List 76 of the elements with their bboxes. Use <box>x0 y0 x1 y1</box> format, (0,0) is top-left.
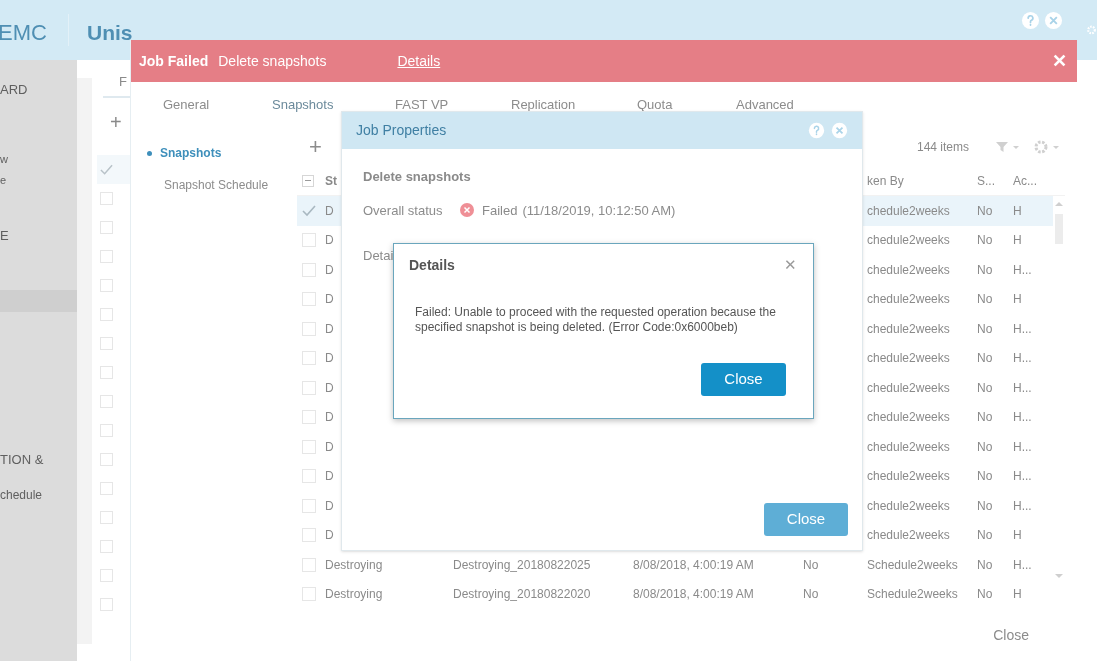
table-cell: H <box>1013 203 1022 218</box>
table-cell: No <box>977 587 993 602</box>
table-cell: D <box>325 498 334 513</box>
table-cell: No <box>977 262 993 277</box>
table-cell: H... <box>1013 380 1032 395</box>
table-cell: chedule2weeks <box>867 351 950 366</box>
table-cell: chedule2weeks <box>867 498 950 513</box>
table-cell: No <box>977 439 993 454</box>
table-cell: D <box>325 528 334 543</box>
banner-job-name: Delete snapshots <box>218 51 327 71</box>
brand-logo-text: EMC <box>0 19 47 47</box>
dialog-title: Job Properties <box>356 121 447 140</box>
table-cell: D <box>325 439 334 454</box>
table-cell: H... <box>1013 557 1032 572</box>
table-cell: H... <box>1013 469 1032 484</box>
table-cell: chedule2weeks <box>867 233 950 248</box>
column-header: F <box>119 73 127 91</box>
app-title: Unis <box>87 20 133 46</box>
table-cell: D <box>325 380 334 395</box>
table-cell: No <box>977 498 993 513</box>
item-count: 144 items <box>916 139 969 156</box>
table-cell: Destroying_20180822020 <box>453 587 591 602</box>
table-cell: No <box>977 469 993 484</box>
table-cell: No <box>803 557 819 572</box>
table-cell: No <box>977 528 993 543</box>
table-cell: chedule2weeks <box>867 380 950 395</box>
table-cell: D <box>325 469 334 484</box>
table-cell: No <box>977 380 993 395</box>
table-cell: chedule2weeks <box>867 410 950 425</box>
table-cell: chedule2weeks <box>867 292 950 307</box>
table-cell: No <box>977 410 993 425</box>
table-cell: H <box>1013 587 1022 602</box>
table-cell: Schedule2weeks <box>867 587 958 602</box>
table-cell: D <box>325 410 334 425</box>
table-cell: chedule2weeks <box>867 321 950 336</box>
table-cell: H... <box>1013 439 1032 454</box>
table-cell: H... <box>1013 410 1032 425</box>
table-cell: H... <box>1013 321 1032 336</box>
table-cell: H <box>1013 292 1022 307</box>
table-cell: H... <box>1013 351 1032 366</box>
table-cell: chedule2weeks <box>867 203 950 218</box>
table-cell: D <box>325 203 334 218</box>
field-label: Detai <box>363 247 394 265</box>
table-cell: No <box>977 351 993 366</box>
status-label: Overall status <box>363 201 444 220</box>
table-cell: 8/08/2018, 4:00:19 AM <box>633 587 754 602</box>
table-cell: D <box>325 321 334 336</box>
table-cell: H... <box>1013 498 1032 513</box>
table-cell: Destroying <box>325 557 383 572</box>
table-cell: chedule2weeks <box>867 262 950 277</box>
banner-title: Job Failed <box>139 51 209 71</box>
table-cell: No <box>977 557 993 572</box>
table-cell: D <box>325 233 334 248</box>
table-cell: 8/08/2018, 4:00:19 AM <box>633 557 754 572</box>
table-cell: Destroying <box>325 587 383 602</box>
table-cell: H... <box>1013 262 1032 277</box>
dialog-title: Details <box>409 255 455 275</box>
job-name: Delete snapshots <box>363 168 471 186</box>
error-message: Failed: Unable to proceed with the requested operation because the specified snapshot is being deleted. (Error Code:0x6000beb) <box>415 304 777 335</box>
table-cell: D <box>325 262 334 277</box>
table-cell: No <box>977 292 993 307</box>
table-cell: No <box>803 587 819 602</box>
table-cell: chedule2weeks <box>867 469 950 484</box>
table-cell: D <box>325 292 334 307</box>
status-time: (11/18/2019, 10:12:50 AM) <box>522 201 676 220</box>
table-cell: H <box>1013 233 1022 248</box>
table-cell: No <box>977 233 993 248</box>
table-cell: D <box>325 351 334 366</box>
table-cell: No <box>977 203 993 218</box>
table-cell: Schedule2weeks <box>867 557 958 572</box>
table-cell: chedule2weeks <box>867 439 950 454</box>
table-cell: No <box>977 321 993 336</box>
table-cell: chedule2weeks <box>867 528 950 543</box>
table-cell: Destroying_20180822025 <box>453 557 591 572</box>
table-cell: H <box>1013 528 1022 543</box>
status-value: Failed <box>482 201 518 220</box>
